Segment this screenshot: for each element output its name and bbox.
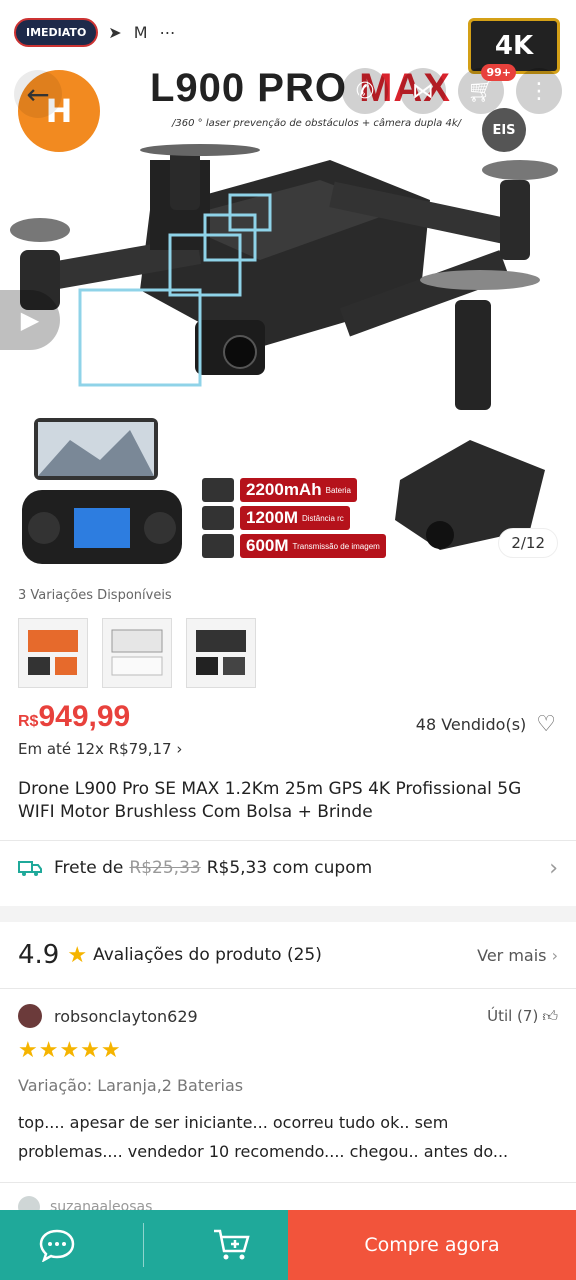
avatar xyxy=(18,1004,42,1028)
add-cart-icon xyxy=(213,1229,250,1260)
cart-button[interactable]: 🛒︎ 99+ xyxy=(458,64,516,114)
hero-title-black: L900 PRO xyxy=(150,66,347,110)
chevron-right-icon: › xyxy=(549,855,558,881)
heart-icon[interactable]: ♡ xyxy=(536,712,556,737)
see-more-label: Ver mais xyxy=(477,945,547,965)
image-icon xyxy=(202,534,234,558)
review-text[interactable]: top.... apesar de ser iniciante... ocorr… xyxy=(18,1108,558,1166)
shipping-row[interactable]: Frete de R$25,33 R$5,33 com cupom › xyxy=(18,855,558,881)
price-currency: R$ xyxy=(18,713,39,730)
sold-label: 48 Vendido(s) xyxy=(415,715,527,734)
chat-icon xyxy=(39,1229,75,1262)
installment-info[interactable]: Em até 12x R$79,17 › xyxy=(18,740,182,758)
spec-label: Transmissão de imagem xyxy=(292,541,380,551)
more-vertical-icon: ⋮ xyxy=(528,78,550,104)
truck-icon xyxy=(18,861,42,876)
battery-icon xyxy=(202,478,234,502)
more-options-button[interactable]: ⋮ xyxy=(516,68,562,114)
play-icon: ▶ xyxy=(20,306,40,334)
bottom-left-actions xyxy=(0,1210,288,1280)
cart-count-badge: 99+ xyxy=(481,64,516,81)
back-button[interactable]: ← xyxy=(14,70,62,118)
hero-subtitle: /360 ° laser prevenção de obstáculos + c… xyxy=(172,118,461,129)
share-button[interactable]: ⋈ xyxy=(400,68,446,114)
reviews-label: Avaliações do produto (25) xyxy=(93,945,322,965)
divider xyxy=(0,988,576,989)
drone-black-image xyxy=(196,630,246,675)
variation-thumb-orange[interactable] xyxy=(18,618,88,688)
spec-range: 1200M Distância rc xyxy=(240,506,350,530)
price-value: 949,99 xyxy=(38,700,131,733)
play-video-button[interactable]: ▶ xyxy=(0,290,60,350)
variation-thumb-black[interactable] xyxy=(186,618,256,688)
review-variant: Variação: Laranja,2 Baterias xyxy=(18,1076,244,1095)
price: R$949,99 xyxy=(18,700,130,734)
divider xyxy=(0,840,576,841)
chat-button[interactable] xyxy=(29,1217,85,1273)
shipping-label: Frete de xyxy=(54,858,124,878)
drone-orange-image xyxy=(28,630,78,675)
review-stars: ★★★★★ xyxy=(18,1038,122,1063)
whatsapp-button[interactable]: ✆ xyxy=(342,68,388,114)
variation-thumbnails xyxy=(18,618,256,688)
rating-score: 4.9 xyxy=(18,940,60,970)
notification-icons: ➤ M ⋯ xyxy=(108,23,175,42)
eis-badge: EIS xyxy=(482,108,526,152)
spec-value: 1200M xyxy=(246,508,298,527)
useful-button[interactable]: Útil (7) 👍︎ xyxy=(487,1007,558,1026)
useful-label: Útil (7) xyxy=(487,1007,539,1025)
star-icon: ★ xyxy=(67,942,88,968)
product-title: Drone L900 Pro SE MAX 1.2Km 25m GPS 4K P… xyxy=(18,779,522,822)
section-gap xyxy=(0,906,576,922)
controller-icon xyxy=(202,506,234,530)
reviewer-name: robsonclayton629 xyxy=(54,1006,198,1026)
drone-white-image xyxy=(111,629,163,676)
divider xyxy=(0,1182,576,1183)
thumbs-up-icon: 👍︎ xyxy=(542,1006,558,1025)
spec-transmission: 600M Transmissão de imagem xyxy=(240,534,386,558)
spec-battery: 2200mAh Bateria xyxy=(240,478,357,502)
whatsapp-icon: ✆ xyxy=(355,78,375,104)
chevron-right-icon: › xyxy=(551,945,558,965)
mail-icon: M xyxy=(133,22,148,42)
cart-icon: 🛒︎ xyxy=(467,78,495,104)
top-actions: ✆ ⋈ 🛒︎ 99+ ⋮ xyxy=(342,64,562,114)
imediato-badge: IMEDIATO xyxy=(14,17,99,47)
image-page-counter: 2/12 xyxy=(498,528,558,558)
variations-label: 3 Variações Disponíveis xyxy=(18,588,172,603)
spec-label: Bateria xyxy=(325,485,351,495)
more-icon: ⋯ xyxy=(159,22,176,42)
reviews-header: 4.9 ★ Avaliações do produto (25) Ver mai… xyxy=(18,940,558,970)
review-header: robsonclayton629 Útil (7) 👍︎ xyxy=(18,1004,558,1028)
spec-label: Distância rc xyxy=(301,513,344,523)
shipping-new-price: R$5,33 com cupom xyxy=(206,858,373,878)
spec-value: 600M xyxy=(246,536,289,555)
separator xyxy=(143,1223,145,1267)
buy-now-button[interactable]: Compre agora xyxy=(288,1210,576,1280)
arrow-left-icon: ← xyxy=(26,77,50,111)
product-image-gallery[interactable]: IMEDIATO ➤ M ⋯ H ← L900 PRO MAX /360 ° l… xyxy=(0,0,576,578)
spec-value: 2200mAh xyxy=(246,480,322,499)
send-icon: ➤ xyxy=(108,22,122,42)
share-icon: ⋈ xyxy=(412,78,434,104)
see-more-reviews-link[interactable]: Ver mais › xyxy=(477,946,558,965)
status-bar: IMEDIATO ➤ M ⋯ xyxy=(0,0,576,64)
sold-count: 48 Vendido(s) ♡ xyxy=(416,712,556,737)
variation-thumb-white[interactable] xyxy=(102,618,172,688)
shipping-old-price: R$25,33 xyxy=(129,858,201,878)
bottom-action-bar: Compre agora xyxy=(0,1210,576,1280)
add-to-cart-button[interactable] xyxy=(203,1217,259,1273)
